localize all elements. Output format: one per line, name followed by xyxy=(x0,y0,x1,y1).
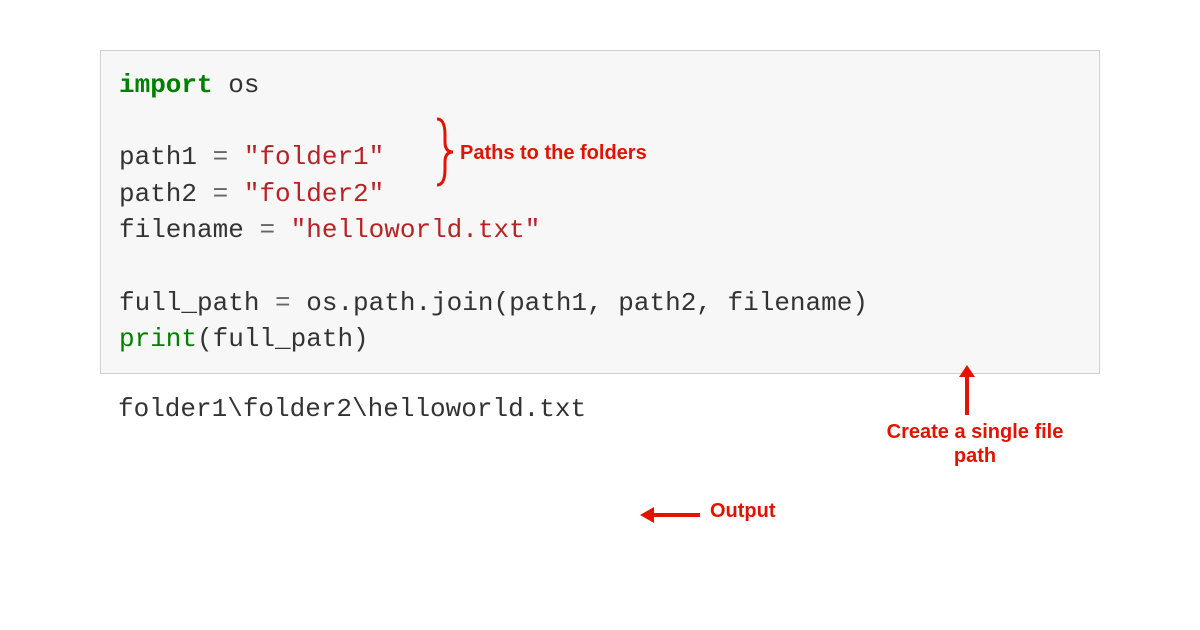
brace-icon xyxy=(435,117,455,187)
keyword-print: print xyxy=(119,324,197,354)
annotation-output: Output xyxy=(710,500,776,523)
string-literal: "helloworld.txt" xyxy=(275,215,540,245)
arrow-left-icon xyxy=(640,505,700,525)
code-line-5: filename = "helloworld.txt" xyxy=(119,212,1081,248)
code-line-4: path2 = "folder2" xyxy=(119,176,1081,212)
blank-line xyxy=(119,249,1081,285)
code-line-7: full_path = os.path.join(path1, path2, f… xyxy=(119,285,1081,321)
blank-line xyxy=(119,103,1081,139)
code-example-container: import os path1 = "folder1" path2 = "fol… xyxy=(100,50,1100,424)
string-literal: "folder2" xyxy=(228,179,384,209)
output-text: folder1\folder2\helloworld.txt xyxy=(100,374,1100,424)
code-block: import os path1 = "folder1" path2 = "fol… xyxy=(100,50,1100,374)
annotation-create: Create a single file path xyxy=(875,420,1075,468)
code-line-1: import os xyxy=(119,67,1081,103)
annotation-paths: Paths to the folders xyxy=(460,142,647,165)
code-line-8: print(full_path) xyxy=(119,321,1081,357)
string-literal: "folder1" xyxy=(228,142,384,172)
keyword-import: import xyxy=(119,70,213,100)
arrow-up-icon xyxy=(957,365,977,415)
